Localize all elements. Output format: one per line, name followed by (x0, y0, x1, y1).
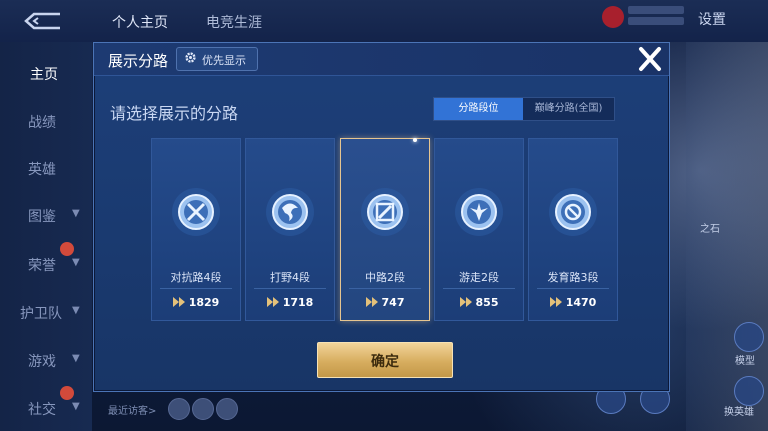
lane-card-clash[interactable]: 对抗路4段 1829 (151, 138, 241, 321)
dialog-subtitle: 请选择展示的分路 (110, 104, 239, 123)
confirm-button[interactable]: 确定 (317, 342, 453, 378)
rank-chevron-icon (172, 297, 185, 307)
sidebar-item-label: 图鉴 (28, 209, 56, 225)
rank-chevron-icon (549, 297, 562, 307)
divider (537, 288, 609, 289)
sidebar-item-records[interactable]: 战绩 (0, 112, 92, 132)
lane-score: 855 (435, 296, 523, 309)
close-icon[interactable] (633, 43, 667, 75)
lane-card-roam[interactable]: 游走2段 855 (434, 138, 524, 321)
tab-esports[interactable]: 电竞生涯 (206, 12, 262, 32)
sidebar-item-label: 荣誉 (28, 258, 56, 274)
lane-score: 1718 (246, 296, 334, 309)
gear-icon (185, 52, 196, 63)
avatar[interactable] (216, 398, 238, 420)
chevron-down-icon: ▼ (72, 353, 80, 364)
back-icon[interactable] (22, 10, 62, 32)
lane-score-value: 1470 (565, 296, 597, 309)
priority-display-button[interactable]: 优先显示 (176, 47, 258, 71)
priority-display-label: 优先显示 (202, 54, 246, 67)
top-bar: 个人主页 电竞生涯 设置 (0, 0, 768, 42)
sidebar-item-guard[interactable]: 护卫队 ▼ (0, 303, 92, 323)
lane-name: 打野4段 (270, 271, 310, 284)
sidebar-item-home[interactable]: 主页 (0, 64, 92, 84)
status-bar-1 (628, 6, 684, 14)
rank-chevron-icon (266, 297, 279, 307)
chevron-down-icon: ▼ (72, 208, 80, 219)
lane-score-value: 855 (475, 296, 499, 309)
lane-name: 发育路3段 (547, 271, 599, 284)
selection-sparkle (413, 138, 417, 142)
sidebar-item-honors[interactable]: 荣誉 ▼ (0, 255, 92, 275)
chevron-down-icon: ▼ (72, 401, 80, 412)
sidebar-item-heroes[interactable]: 英雄 (0, 159, 92, 179)
chevron-down-icon: ▼ (72, 305, 80, 316)
switch-hero-button[interactable] (734, 376, 764, 406)
tab-peak-lane[interactable]: 巅峰分路(全国) (523, 98, 614, 120)
lane-score-value: 1718 (282, 296, 314, 309)
showcase-label: 之石 (700, 224, 720, 235)
recent-visitors-link[interactable]: 最近访客> (108, 402, 156, 417)
sidebar-item-label: 主页 (30, 67, 58, 83)
chevron-down-icon: ▼ (72, 257, 80, 268)
lane-score: 1829 (152, 296, 240, 309)
model-button[interactable] (734, 322, 764, 352)
sidebar-item-collection[interactable]: 图鉴 ▼ (0, 206, 92, 226)
farm-lane-icon (549, 188, 597, 236)
switch-hero-label: 换英雄 (724, 407, 754, 418)
alert-badge (60, 386, 74, 400)
dialog-header: 展示分路 优先显示 (94, 43, 669, 76)
lane-score: 747 (341, 296, 429, 309)
clash-lane-icon (172, 188, 220, 236)
tab-lane-rank[interactable]: 分路段位 (434, 98, 523, 120)
sidebar-item-label: 护卫队 (20, 306, 62, 322)
sidebar-item-social[interactable]: 社交 ▼ (0, 399, 92, 419)
avatar[interactable] (168, 398, 190, 420)
sidebar-item-label: 游戏 (28, 354, 56, 370)
hero-showcase (686, 42, 768, 431)
roam-icon (455, 188, 503, 236)
lane-score: 1470 (529, 296, 617, 309)
lane-name: 对抗路4段 (170, 271, 222, 284)
divider (349, 288, 421, 289)
settings-button[interactable]: 设置 (698, 9, 726, 29)
sidebar-item-games[interactable]: 游戏 ▼ (0, 351, 92, 371)
lane-card-jungle[interactable]: 打野4段 1718 (245, 138, 335, 321)
confirm-label: 确定 (371, 354, 399, 370)
lane-card-mid[interactable]: 中路2段 747 (340, 138, 430, 321)
notification-icon[interactable] (602, 6, 624, 28)
model-label: 模型 (735, 356, 755, 367)
rank-chevron-icon (459, 297, 472, 307)
lane-mode-toggle: 分路段位 巅峰分路(全国) (433, 97, 615, 121)
lane-name: 中路2段 (365, 271, 405, 284)
avatar[interactable] (192, 398, 214, 420)
sidebar-item-label: 战绩 (28, 115, 56, 131)
sidebar: 主页 战绩 英雄 图鉴 ▼ 荣誉 ▼ 护卫队 ▼ 游戏 ▼ 社交 ▼ (0, 42, 92, 431)
rank-chevron-icon (365, 297, 378, 307)
lane-score-value: 1829 (188, 296, 220, 309)
lane-name: 游走2段 (459, 271, 499, 284)
jungle-icon (266, 188, 314, 236)
lane-score-value: 747 (381, 296, 405, 309)
alert-badge (60, 242, 74, 256)
lane-display-dialog: 展示分路 优先显示 请选择展示的分路 分路段位 巅峰分路(全国) 对抗路4段 1… (93, 42, 670, 392)
status-bar-2 (628, 17, 684, 25)
divider (443, 288, 515, 289)
lane-card-farm[interactable]: 发育路3段 1470 (528, 138, 618, 321)
sidebar-item-label: 社交 (28, 402, 56, 418)
sidebar-item-label: 英雄 (28, 162, 56, 178)
mid-lane-icon (361, 188, 409, 236)
dialog-title: 展示分路 (108, 52, 169, 70)
divider (160, 288, 232, 289)
tab-profile[interactable]: 个人主页 (112, 12, 168, 32)
divider (254, 288, 326, 289)
